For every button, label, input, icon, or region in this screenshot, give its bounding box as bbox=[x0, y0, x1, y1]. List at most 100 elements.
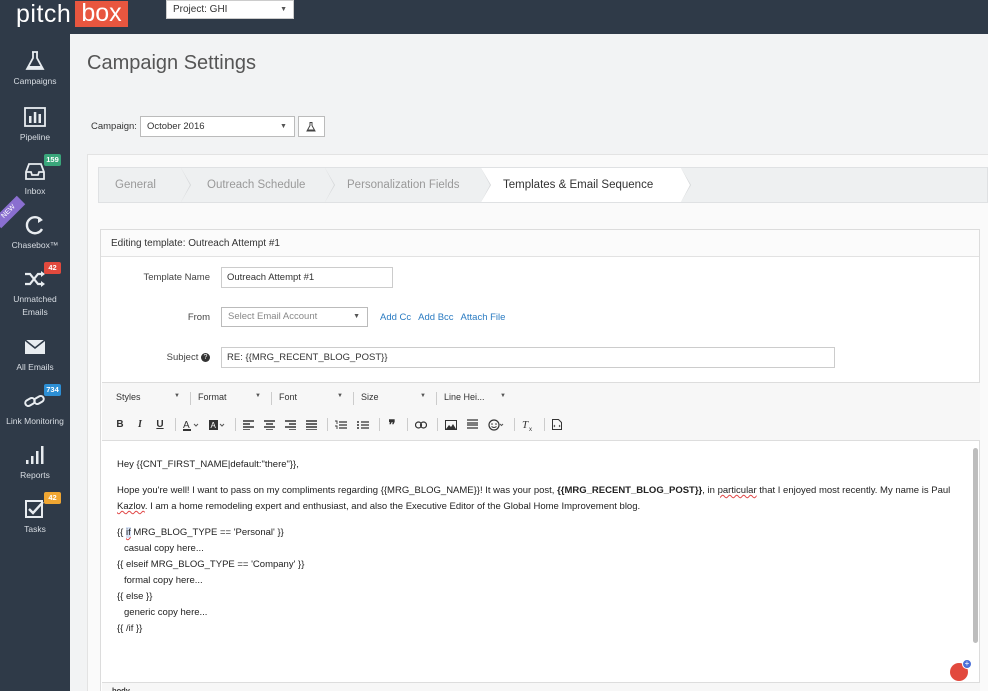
subject-label: Subject bbox=[166, 352, 199, 363]
subject-input[interactable] bbox=[221, 347, 835, 368]
align-right-icon[interactable] bbox=[285, 419, 296, 431]
align-left-icon[interactable] bbox=[243, 419, 254, 431]
format-combo[interactable]: Format ▼ bbox=[198, 392, 261, 405]
tab-general[interactable]: General bbox=[99, 168, 191, 202]
tab-personalization-fields[interactable]: Personalization Fields bbox=[325, 168, 491, 202]
chevron-down-icon: ▼ bbox=[500, 393, 506, 399]
rich-text-editor: Styles ▼ Format ▼ Font ▼ Size ▼ Line Hei... ▼… bbox=[102, 382, 980, 691]
add-bcc-link[interactable]: Add Bcc bbox=[418, 312, 453, 323]
help-icon[interactable]: ? bbox=[201, 352, 210, 362]
from-row: From Select Email Account ▼ Add Cc Add B… bbox=[101, 307, 505, 327]
from-label: From bbox=[187, 311, 210, 323]
logo-text-box: box bbox=[75, 1, 128, 27]
link-icon[interactable] bbox=[415, 419, 427, 431]
toolbar-separator bbox=[437, 418, 438, 431]
template-name-input[interactable] bbox=[221, 267, 393, 288]
editor-scrollbar[interactable] bbox=[971, 442, 980, 682]
text-color-button[interactable]: A bbox=[183, 419, 199, 431]
tab-outreach-schedule[interactable]: Outreach Schedule bbox=[181, 168, 335, 202]
sidebar-item-chasebox[interactable]: Chasebox™ bbox=[0, 214, 70, 252]
toolbar-separator bbox=[436, 392, 437, 405]
attach-file-link[interactable]: Attach File bbox=[461, 312, 506, 323]
sidebar-item-label: Inbox bbox=[24, 186, 46, 196]
sidebar-item-inbox[interactable]: 159 Inbox bbox=[0, 154, 70, 198]
top-bar: pitch box Project: GHI ▼ bbox=[0, 0, 988, 34]
sidebar-item-link-monitoring[interactable]: 734 Link Monitoring bbox=[0, 384, 70, 428]
misspelled-word: particular bbox=[717, 485, 757, 496]
step-divider-fill bbox=[325, 168, 334, 202]
combo-label: Styles bbox=[116, 392, 141, 402]
campaign-select[interactable]: October 2016 ▼ bbox=[139, 116, 295, 137]
bold-button[interactable]: B bbox=[115, 419, 125, 431]
conditional-line: formal copy here... bbox=[124, 575, 203, 586]
source-code-icon[interactable] bbox=[552, 419, 562, 431]
grammar-check-icon[interactable]: + bbox=[950, 659, 972, 681]
sidebar-item-label: Reports bbox=[20, 470, 50, 480]
size-combo[interactable]: Size ▼ bbox=[361, 392, 426, 405]
italic-button[interactable]: I bbox=[135, 419, 145, 431]
styles-combo[interactable]: Styles ▼ bbox=[116, 392, 180, 405]
step-divider-fill bbox=[681, 168, 690, 202]
signal-icon bbox=[23, 444, 47, 466]
underline-button[interactable]: U bbox=[155, 419, 165, 431]
merge-field-bold: {{MRG_RECENT_BLOG_POST}} bbox=[557, 485, 703, 496]
page-title: Campaign Settings bbox=[87, 52, 256, 74]
tab-templates-email-sequence[interactable]: Templates & Email Sequence bbox=[481, 168, 691, 202]
from-account-select[interactable]: Select Email Account ▼ bbox=[221, 307, 368, 327]
combo-label: Format bbox=[198, 392, 227, 402]
tab-label: Personalization Fields bbox=[347, 179, 460, 191]
conditional-line: {{ else }} bbox=[117, 591, 153, 602]
intro-text: . I am a home remodeling expert and enth… bbox=[144, 501, 641, 512]
bullet-list-icon[interactable] bbox=[357, 419, 369, 431]
campaign-flask-button[interactable] bbox=[297, 116, 325, 137]
intro-text: , in bbox=[702, 485, 718, 496]
sidebar-item-reports[interactable]: Reports bbox=[0, 444, 70, 482]
sidebar-item-tasks[interactable]: 42 Tasks bbox=[0, 492, 70, 536]
intro-paragraph: Hope you're well! I want to pass on my c… bbox=[117, 483, 957, 515]
conditional-line: {{ /if }} bbox=[117, 623, 143, 634]
editor-body[interactable]: Hey {{CNT_FIRST_NAME|default:"there"}}, … bbox=[117, 457, 957, 637]
pitchbox-logo[interactable]: pitch box bbox=[0, 0, 128, 28]
toolbar-separator bbox=[379, 418, 380, 431]
chevron-down-icon: ▼ bbox=[353, 313, 360, 320]
font-combo[interactable]: Font ▼ bbox=[279, 392, 343, 405]
sidebar-item-label: Campaigns bbox=[13, 76, 57, 86]
step-divider-fill bbox=[181, 168, 190, 202]
sidebar: NEW Campaigns Pipeline 159 Inbox Chasebo… bbox=[0, 34, 70, 691]
sidebar-item-all-emails[interactable]: All Emails bbox=[0, 336, 70, 374]
toolbar-row-buttons: B I U A A ❞ T x bbox=[115, 417, 572, 432]
sidebar-item-label: Link Monitoring bbox=[6, 416, 64, 426]
svg-text:T: T bbox=[522, 419, 529, 431]
emoji-icon[interactable] bbox=[488, 418, 504, 431]
toolbar-separator bbox=[327, 418, 328, 431]
project-select-value: Project: GHI bbox=[173, 4, 228, 15]
sidebar-item-campaigns[interactable]: Campaigns bbox=[0, 50, 70, 88]
horizontal-rule-icon[interactable] bbox=[467, 419, 478, 431]
scrollbar-thumb[interactable] bbox=[973, 448, 978, 643]
blockquote-icon[interactable]: ❞ bbox=[387, 417, 397, 432]
toolbar-separator bbox=[175, 418, 176, 431]
chevron-down-icon: ▼ bbox=[420, 393, 426, 399]
bar-chart-icon bbox=[23, 106, 47, 128]
conditional-line: {{ if MRG_BLOG_TYPE == 'Personal' }} bbox=[117, 525, 957, 541]
clear-format-icon[interactable]: Tx bbox=[522, 419, 534, 431]
align-justify-icon[interactable] bbox=[306, 419, 317, 431]
add-cc-link[interactable]: Add Cc bbox=[380, 312, 411, 323]
combo-label: Font bbox=[279, 392, 298, 402]
image-icon[interactable] bbox=[445, 419, 457, 431]
plus-icon: + bbox=[962, 659, 972, 669]
line-height-combo[interactable]: Line Hei... ▼ bbox=[444, 392, 506, 405]
step-divider-fill bbox=[481, 168, 490, 202]
svg-text:x: x bbox=[529, 427, 532, 431]
sidebar-item-pipeline[interactable]: Pipeline bbox=[0, 106, 70, 144]
numbered-list-icon[interactable] bbox=[335, 419, 347, 431]
link-monitoring-badge: 734 bbox=[44, 384, 61, 396]
align-center-icon[interactable] bbox=[264, 419, 275, 431]
sidebar-item-unmatched-emails[interactable]: 42 Unmatched Emails bbox=[0, 262, 70, 319]
subject-label-wrap: Subject ? bbox=[101, 352, 210, 363]
chevron-down-icon: ▼ bbox=[337, 393, 343, 399]
project-select[interactable]: Project: GHI ▼ bbox=[166, 0, 294, 19]
conditional-line: {{ elseif MRG_BLOG_TYPE == 'Company' }} bbox=[117, 559, 305, 570]
campaign-row: Campaign: October 2016 ▼ bbox=[91, 116, 325, 137]
background-color-button[interactable]: A bbox=[209, 419, 225, 431]
